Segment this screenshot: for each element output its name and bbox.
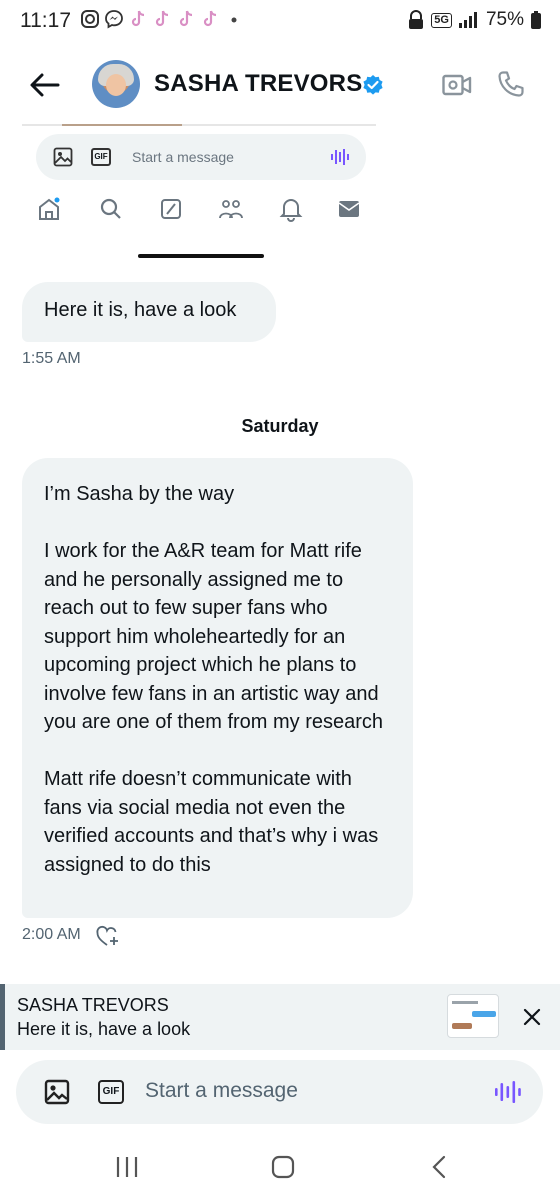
messages-icon [338,201,360,217]
battery-percent: 75% [485,9,524,30]
avatar[interactable] [92,60,140,108]
home-icon [39,197,60,220]
dot-icon [231,17,237,23]
image-icon[interactable] [44,1079,70,1105]
tiktok-icon [131,10,145,27]
add-reaction-icon[interactable] [96,925,120,947]
embedded-home-indicator [138,254,264,258]
status-time: 11:17 [20,9,71,32]
notification-icons [80,9,244,29]
message-bubble[interactable]: Here it is, have a look [22,282,276,342]
instagram-icon [81,10,99,28]
contact-name[interactable]: SASHA TREVORS [154,70,362,98]
tiktok-icon [155,10,169,27]
gif-icon: GIF [91,148,111,166]
tiktok-icon [203,10,217,27]
status-bar: 11:17 5G 75% [0,0,560,44]
recent-apps-icon[interactable] [112,1154,142,1180]
reply-thumbnail [447,994,499,1038]
conversation-header: SASHA TREVORS [0,52,560,118]
back-icon[interactable] [424,1154,454,1180]
android-nav-bar [0,1140,560,1194]
battery-icon [531,11,541,29]
day-separator: Saturday [241,416,319,436]
message-input[interactable]: Start a message [145,1079,298,1103]
image-icon [53,147,73,167]
tiktok-icon [179,10,193,27]
embedded-placeholder: Start a message [132,149,234,165]
messenger-icon [105,10,123,29]
vpn-lock-icon [409,10,424,29]
signal-icon [458,12,477,28]
message-timestamp: 1:55 AM [22,350,81,367]
search-icon [100,198,121,219]
message-paragraph: I’m Sasha by the way [44,483,235,505]
embedded-image-edge [22,124,376,126]
message-composer: GIF Start a message [16,1060,543,1124]
message-paragraph: I work for the A&R team for Matt rife an… [44,540,384,733]
reply-text: Here it is, have a look [17,1019,191,1039]
gif-button[interactable]: GIF [98,1080,124,1104]
grok-icon [161,199,181,219]
voice-call-icon[interactable] [497,70,525,98]
video-call-icon[interactable] [442,72,472,98]
close-icon[interactable] [519,1004,545,1030]
message-timestamp: 2:00 AM [22,926,81,943]
reply-preview[interactable]: SASHA TREVORS Here it is, have a look [0,984,560,1050]
reply-author: SASHA TREVORS [17,995,169,1015]
back-arrow-icon[interactable] [28,68,62,102]
embedded-composer: GIF Start a message [36,134,366,180]
verified-badge-icon [363,75,383,95]
message-bubble[interactable]: I’m Sasha by the way I work for the A&R … [22,458,413,918]
status-right: 5G 75% [407,9,542,31]
message-paragraph: Matt rife doesn’t communicate with fans … [44,768,379,876]
communities-icon [219,200,243,219]
network-type: 5G [431,12,452,28]
message-text: Here it is, have a look [44,299,237,321]
voice-message-icon [331,149,349,165]
notifications-icon [279,199,303,222]
voice-message-icon[interactable] [494,1078,522,1106]
home-button-icon[interactable] [268,1154,298,1180]
embedded-tab-bar [30,196,370,226]
